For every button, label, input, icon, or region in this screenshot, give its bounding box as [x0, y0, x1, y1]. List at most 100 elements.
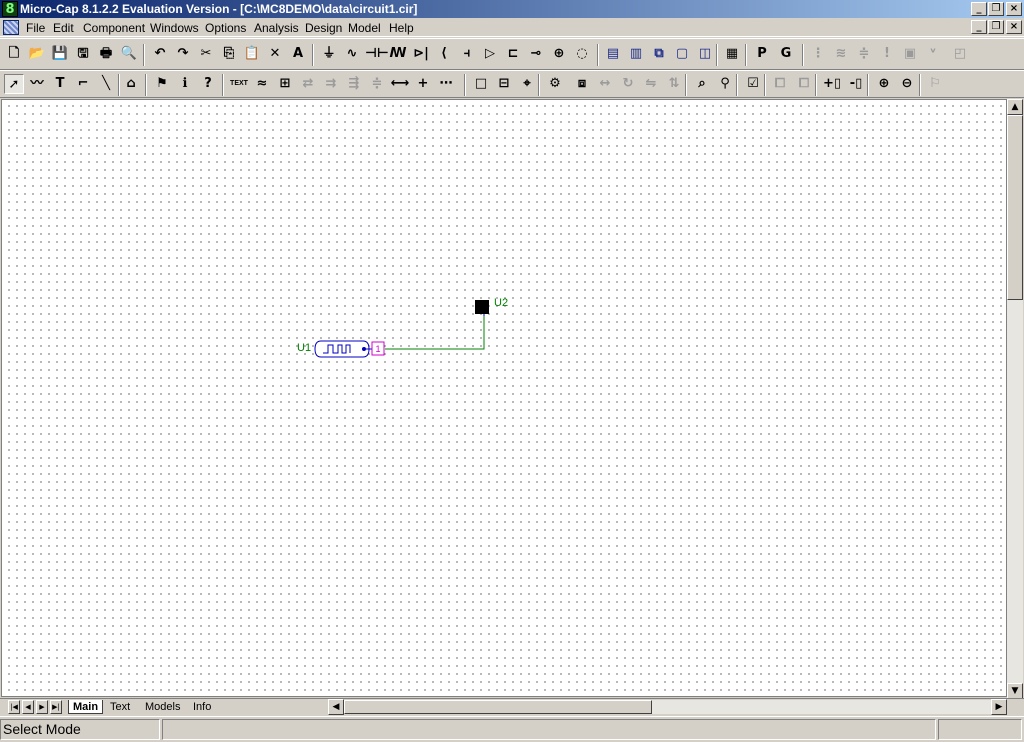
drc-icon[interactable]: ☑ — [743, 74, 763, 94]
scroll-left-icon[interactable]: ◀ — [328, 699, 344, 715]
tab-info[interactable]: Info — [189, 700, 215, 714]
menu-analysis[interactable]: Analysis — [254, 21, 299, 35]
probe-icon[interactable]: ⌖ — [517, 74, 537, 94]
tile-horizontal-icon[interactable]: ▤ — [603, 44, 623, 64]
transistor-icon[interactable]: ⟨ — [434, 44, 454, 64]
cascade-icon[interactable]: ⧉ — [649, 44, 669, 64]
flag-icon[interactable]: ⚑ — [152, 74, 172, 94]
menu-windows[interactable]: Windows — [150, 21, 199, 35]
scroll-down-icon[interactable]: ▼ — [1007, 683, 1023, 699]
first-tab-icon[interactable]: |◀ — [8, 700, 20, 714]
schematic-canvas[interactable]: U2 U1 1 — [1, 99, 1007, 697]
voltage-source-icon[interactable]: ◌ — [572, 44, 592, 64]
g-icon[interactable]: G — [776, 44, 796, 64]
menu-model[interactable]: Model — [348, 21, 381, 35]
grid-icon[interactable]: ⋯ — [436, 74, 456, 94]
wire-icon[interactable]: 〰 — [27, 74, 47, 94]
new-icon[interactable]: 🗋 — [4, 44, 24, 64]
copy-icon[interactable]: ⎘ — [219, 44, 239, 64]
open-icon[interactable]: 📂 — [27, 44, 47, 64]
menu-options[interactable]: Options — [205, 21, 246, 35]
opamp-icon[interactable]: ▷ — [480, 44, 500, 64]
diagonal-wire-icon[interactable]: ╲ — [96, 74, 116, 94]
split-icon[interactable]: ◫ — [695, 44, 715, 64]
source-icon[interactable]: ⊕ — [549, 44, 569, 64]
doc-close-button[interactable]: × — [1006, 20, 1022, 34]
clear-icon[interactable]: ✕ — [265, 44, 285, 64]
redo-icon[interactable]: ↷ — [173, 44, 193, 64]
app-icon[interactable]: 8 — [2, 1, 18, 17]
cross-icon[interactable]: + — [413, 74, 433, 94]
prev-tab-icon[interactable]: ◀ — [22, 700, 34, 714]
document-icon[interactable] — [3, 20, 19, 35]
switch-icon[interactable]: ⊸ — [526, 44, 546, 64]
delete-page-icon[interactable]: -▯ — [846, 74, 866, 94]
paste-icon[interactable]: 📋 — [242, 44, 262, 64]
next-tab-icon[interactable]: ▶ — [36, 700, 48, 714]
find-next-icon[interactable]: ⚲ — [715, 74, 735, 94]
save-all-icon[interactable]: 🖫 — [73, 44, 93, 64]
vertical-scrollbar[interactable]: ▲ ▼ — [1007, 99, 1023, 699]
minimize-button[interactable]: _ — [971, 2, 987, 16]
attribute-icon[interactable]: ≈ — [252, 74, 272, 94]
orthogonal-wire-icon[interactable]: ⌐ — [73, 74, 93, 94]
last-tab-icon[interactable]: ▶| — [50, 700, 62, 714]
graphics-icon[interactable]: ⌂ — [121, 74, 141, 94]
resistor-icon[interactable]: ∿ — [342, 44, 362, 64]
close-button[interactable]: × — [1006, 2, 1022, 16]
properties-icon[interactable]: ⚙ — [545, 74, 565, 94]
info-icon[interactable]: ℹ — [175, 74, 195, 94]
gate-icon[interactable]: ⊏ — [503, 44, 523, 64]
print-preview-icon[interactable]: 🔍 — [119, 44, 139, 64]
select-all-icon[interactable]: A — [288, 44, 308, 64]
tab-main[interactable]: Main — [68, 700, 104, 714]
maximize-window-icon[interactable]: ▢ — [672, 44, 692, 64]
select-arrow-icon[interactable]: ➚ — [4, 74, 24, 94]
restore-button[interactable]: ❐ — [988, 2, 1004, 16]
horizontal-scrollbar[interactable]: ◀ ▶ — [328, 699, 1007, 715]
menu-edit[interactable]: Edit — [53, 21, 74, 35]
horizontal-scroll-thumb[interactable] — [344, 700, 652, 714]
toolbar-separator — [736, 74, 738, 96]
help-cursor-icon[interactable]: ? — [198, 74, 218, 94]
u2-label[interactable]: U2 — [494, 297, 508, 309]
menu-design[interactable]: Design — [305, 21, 342, 35]
vertical-scroll-thumb[interactable] — [1007, 115, 1023, 300]
doc-restore-button[interactable]: ❐ — [988, 20, 1004, 34]
menu-component[interactable]: Component — [83, 21, 145, 35]
save-icon[interactable]: 💾 — [50, 44, 70, 64]
add-page-icon[interactable]: +▯ — [822, 74, 842, 94]
tab-models[interactable]: Models — [141, 700, 184, 714]
undo-icon[interactable]: ↶ — [150, 44, 170, 64]
text-icon[interactable]: T — [50, 74, 70, 94]
doc-minimize-button[interactable]: _ — [971, 20, 987, 34]
find-icon[interactable]: ⌕ — [692, 74, 712, 94]
cut-icon[interactable]: ✂ — [196, 44, 216, 64]
battery-icon[interactable]: ⫞ — [457, 44, 477, 64]
box-icon[interactable]: □ — [471, 74, 491, 94]
calculator-icon[interactable]: ▦ — [722, 44, 742, 64]
tile-vertical-icon[interactable]: ▥ — [626, 44, 646, 64]
menu-help[interactable]: Help — [389, 21, 414, 35]
frame-icon[interactable]: ⊟ — [494, 74, 514, 94]
zoom-in-icon[interactable]: ⊕ — [874, 74, 894, 94]
capacitor-icon[interactable]: ⊣⊢ — [365, 44, 389, 64]
scroll-right-icon[interactable]: ▶ — [991, 699, 1007, 715]
u1-label[interactable]: U1 — [297, 342, 311, 354]
layout-dim-icon: ◰ — [953, 46, 967, 61]
scroll-up-icon[interactable]: ▲ — [1007, 99, 1023, 115]
node-numbers-icon[interactable]: ⊞ — [275, 74, 295, 94]
tab-text[interactable]: Text — [106, 700, 134, 714]
menu-file[interactable]: File — [26, 21, 45, 35]
pin-connection-icon[interactable]: ⟷ — [390, 74, 410, 94]
text-mode-icon[interactable]: TEXT — [229, 74, 249, 94]
print-icon[interactable]: 🖶 — [96, 44, 116, 64]
zoom-out-icon[interactable]: ⊖ — [897, 74, 917, 94]
diode-icon[interactable]: ⊳| — [411, 44, 431, 64]
step-icon[interactable]: ⧈ — [572, 74, 592, 94]
wire-net-1[interactable] — [385, 316, 485, 350]
p-icon[interactable]: P — [752, 44, 772, 64]
u2-component[interactable] — [475, 300, 489, 314]
ground-icon[interactable]: ⏚ — [319, 44, 339, 64]
inductor-icon[interactable]: ꟿ — [388, 44, 408, 64]
